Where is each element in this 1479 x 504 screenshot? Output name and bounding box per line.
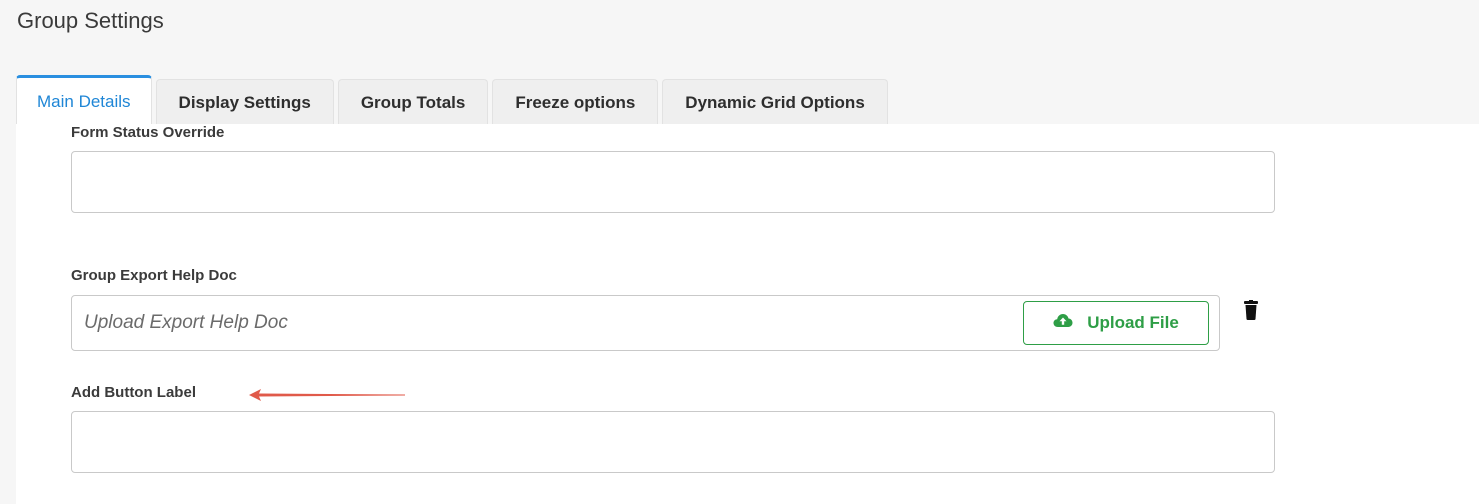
upload-file-label: Upload File: [1087, 313, 1179, 332]
tab-freeze-options[interactable]: Freeze options: [492, 79, 659, 125]
add-button-label-input[interactable]: [71, 411, 1275, 473]
tab-main-details[interactable]: Main Details: [16, 75, 152, 125]
export-help-doc-upload-field: Upload File: [71, 295, 1220, 351]
add-button-label-label: Add Button Label: [71, 384, 196, 401]
export-help-doc-input[interactable]: [72, 296, 1012, 350]
tab-bar: Main Details Display Settings Group Tota…: [16, 75, 892, 125]
tab-group-totals[interactable]: Group Totals: [337, 79, 489, 125]
main-details-panel: Form Status Override Group Export Help D…: [16, 124, 1479, 504]
page-title: Group Settings: [17, 8, 164, 33]
cloud-upload-icon: [1053, 313, 1073, 333]
tab-dynamic-grid-options[interactable]: Dynamic Grid Options: [662, 79, 888, 125]
upload-file-button[interactable]: Upload File: [1023, 301, 1209, 345]
group-export-help-doc-label: Group Export Help Doc: [71, 267, 237, 284]
tab-display-settings[interactable]: Display Settings: [155, 79, 334, 125]
form-status-override-label: Form Status Override: [71, 124, 225, 141]
red-arrow-icon: [247, 388, 407, 407]
trash-icon[interactable]: [1244, 300, 1258, 320]
form-status-override-input[interactable]: [71, 151, 1275, 213]
